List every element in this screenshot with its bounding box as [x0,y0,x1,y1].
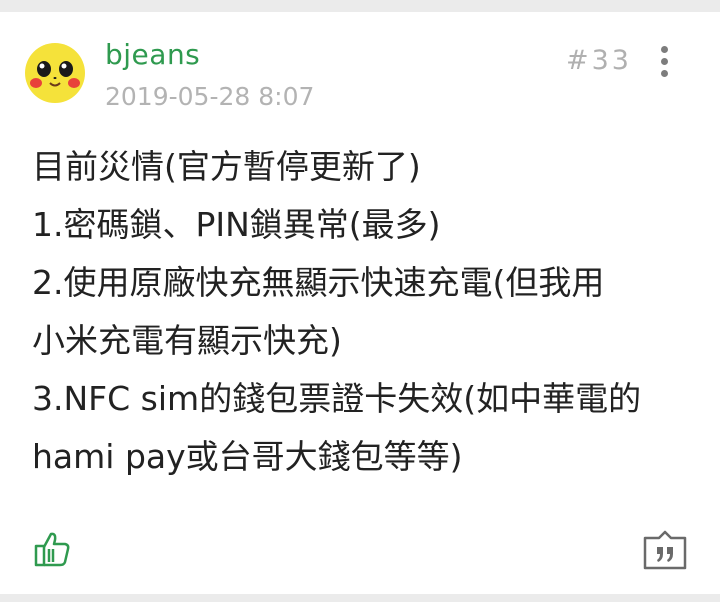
avatar[interactable] [25,43,85,103]
username[interactable]: bjeans [105,38,200,71]
more-vertical-icon[interactable] [650,42,680,82]
quote-reply-icon [643,530,687,570]
post-content: 目前災情(官方暫停更新了) 1.密碼鎖、PIN鎖異常(最多) 2.使用原廠快充無… [32,138,702,486]
post-line: 3.NFC sim的錢包票證卡失效(如中華電的 [32,379,642,418]
thumbs-up-icon [34,532,70,567]
floor-number: #33 [566,45,632,76]
post-card: bjeans 2019-05-28 8:07 #33 目前災情(官方暫停更新了)… [0,12,720,594]
post-line: 小米充電有顯示快充) [32,321,342,360]
post-line: 目前災情(官方暫停更新了) [32,147,421,186]
post-line: 1.密碼鎖、PIN鎖異常(最多) [32,205,441,244]
pikachu-avatar-icon [25,43,85,103]
quote-reply-button[interactable] [643,530,687,570]
post-line: 2.使用原廠快充無顯示快速充電(但我用 [32,263,605,302]
post-timestamp: 2019-05-28 8:07 [105,82,315,111]
post-line: hami pay或台哥大錢包等等) [32,437,463,476]
like-button[interactable] [33,529,73,569]
